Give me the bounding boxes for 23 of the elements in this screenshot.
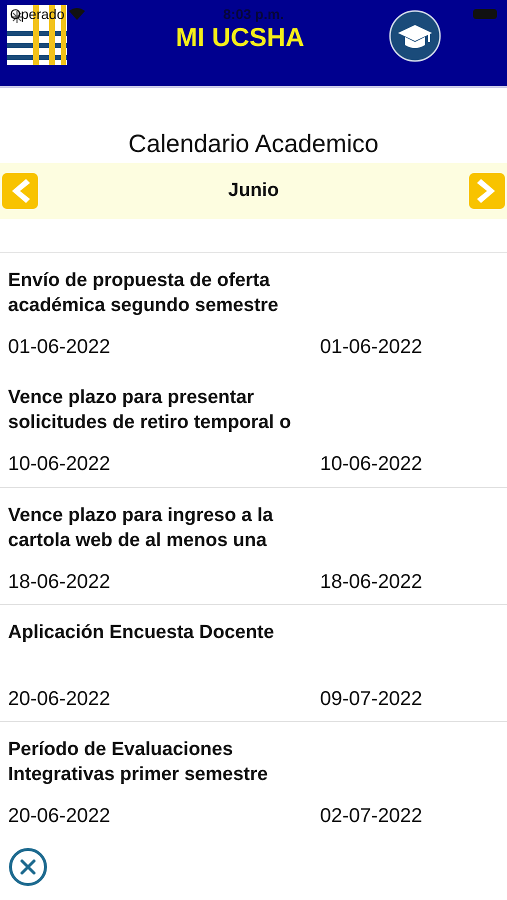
event-title[interactable]: Aplicación Encuesta Docente bbox=[8, 620, 328, 670]
event-title[interactable]: Período de Evaluaciones Integrativas primer semestre bbox=[8, 737, 328, 787]
start-date: 20-06-2022 bbox=[8, 688, 112, 711]
close-icon[interactable] bbox=[8, 847, 48, 887]
start-date: 01-06-2022 bbox=[8, 336, 112, 359]
page-title: Calendario Academico bbox=[127, 129, 380, 160]
end-date: 18-06-2022 bbox=[320, 571, 422, 594]
event-title[interactable]: Envío de propuesta de oferta académica segundo semestre bbox=[8, 268, 328, 318]
start-date: 20-06-2022 bbox=[8, 805, 112, 828]
graduation-cap-icon[interactable] bbox=[389, 10, 441, 62]
battery-icon bbox=[473, 9, 497, 19]
month-label: Junio bbox=[228, 180, 279, 202]
wifi-icon bbox=[69, 8, 86, 20]
end-date: 01-06-2022 bbox=[320, 336, 422, 359]
end-date: 02-07-2022 bbox=[320, 805, 422, 828]
start-date: 18-06-2022 bbox=[8, 571, 112, 594]
start-date: 10-06-2022 bbox=[8, 453, 112, 476]
event-title[interactable]: Vence plazo para ingreso a la cartola web de al menos una bbox=[8, 503, 328, 553]
event-title[interactable]: Vence plazo para presentar solicitudes de retiro temporal o bbox=[8, 385, 328, 435]
app-title: MI UCSHA bbox=[174, 22, 306, 52]
end-date: 10-06-2022 bbox=[320, 453, 422, 476]
status-time: 8:03 p.m. bbox=[223, 6, 284, 22]
end-date: 09-07-2022 bbox=[320, 688, 422, 711]
